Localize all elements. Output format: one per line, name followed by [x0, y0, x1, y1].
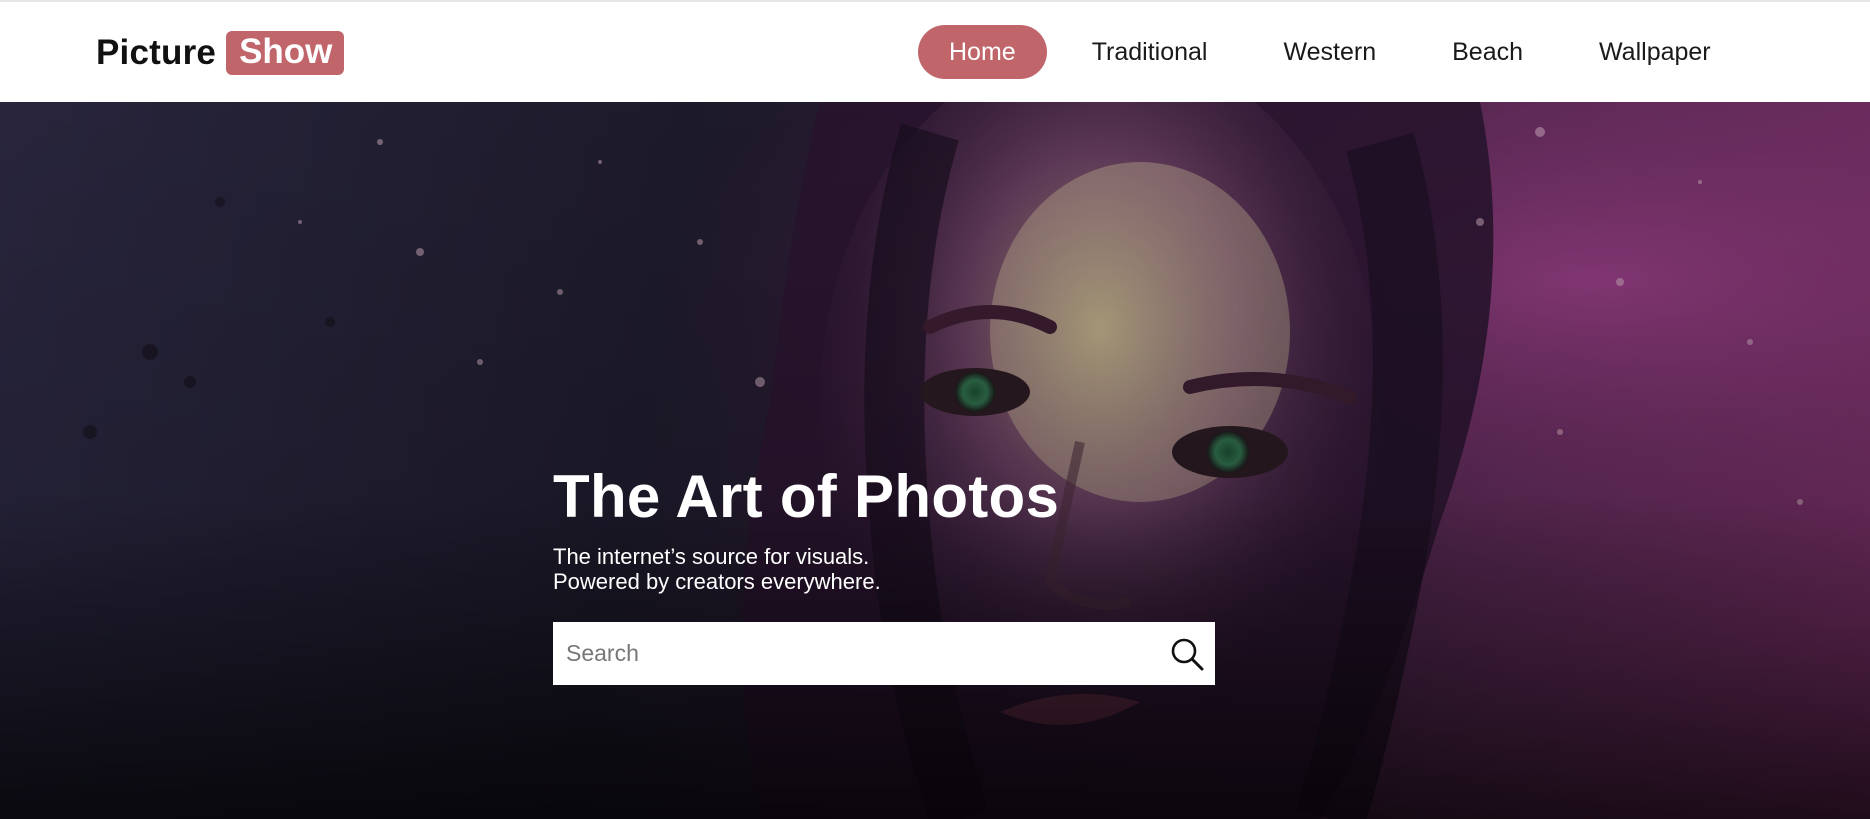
hero-subtitle: The internet’s source for visuals. Power… [553, 544, 1273, 594]
search-input[interactable] [553, 622, 1148, 685]
nav-item-western[interactable]: Western [1252, 25, 1407, 79]
hero-content: The Art of Photos The internet’s source … [553, 462, 1273, 594]
logo-badge: Show [226, 31, 345, 75]
logo-text: Picture [96, 33, 217, 72]
hero-subtitle-line-2: Powered by creators everywhere. [553, 569, 881, 594]
site-logo[interactable]: Picture Show [96, 30, 345, 76]
search-icon[interactable] [1169, 636, 1205, 672]
nav-item-wallpaper[interactable]: Wallpaper [1568, 25, 1742, 79]
hero-overlay [0, 102, 1870, 819]
hero-title: The Art of Photos [553, 463, 1060, 530]
hero-subtitle-line-1: The internet’s source for visuals. [553, 544, 870, 569]
main-nav: Home Traditional Western Beach Wallpaper [918, 24, 1756, 80]
search-bar [553, 622, 1215, 685]
nav-item-home[interactable]: Home [918, 25, 1047, 79]
nav-item-beach[interactable]: Beach [1421, 25, 1554, 79]
site-header: Picture Show Home Traditional Western Be… [0, 2, 1870, 102]
hero-section: The Art of Photos The internet’s source … [0, 102, 1870, 819]
nav-item-traditional[interactable]: Traditional [1061, 25, 1239, 79]
